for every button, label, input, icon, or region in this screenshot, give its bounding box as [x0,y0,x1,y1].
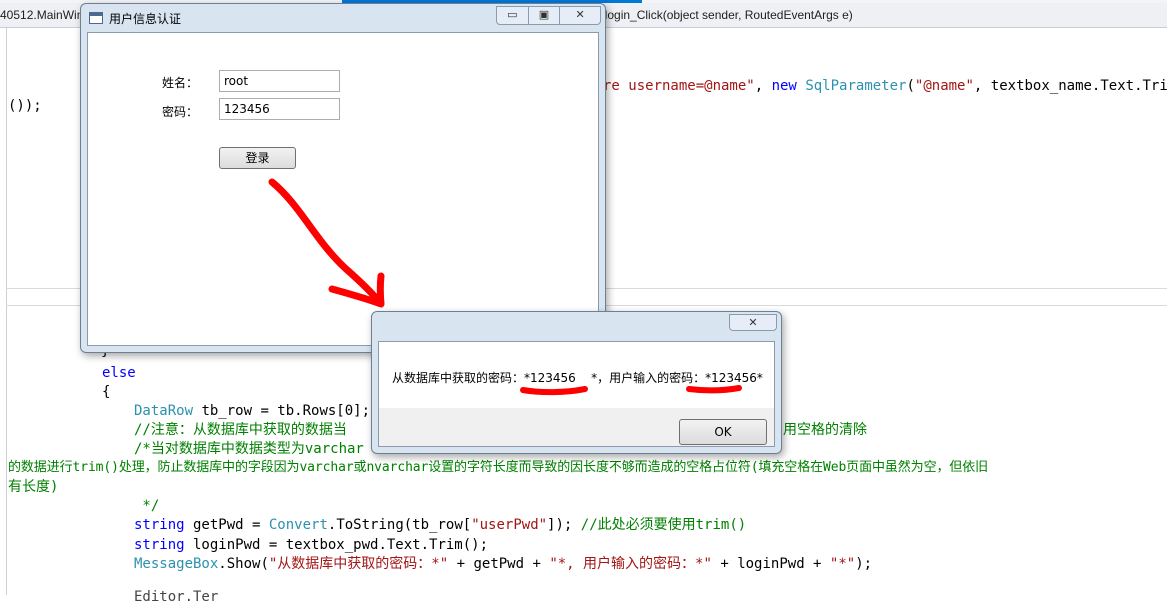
annotation-arrow-icon [268,178,384,307]
annotation-overlay [268,178,742,396]
annotation-underline-input [686,385,742,394]
annotation-underline-db [520,386,588,396]
